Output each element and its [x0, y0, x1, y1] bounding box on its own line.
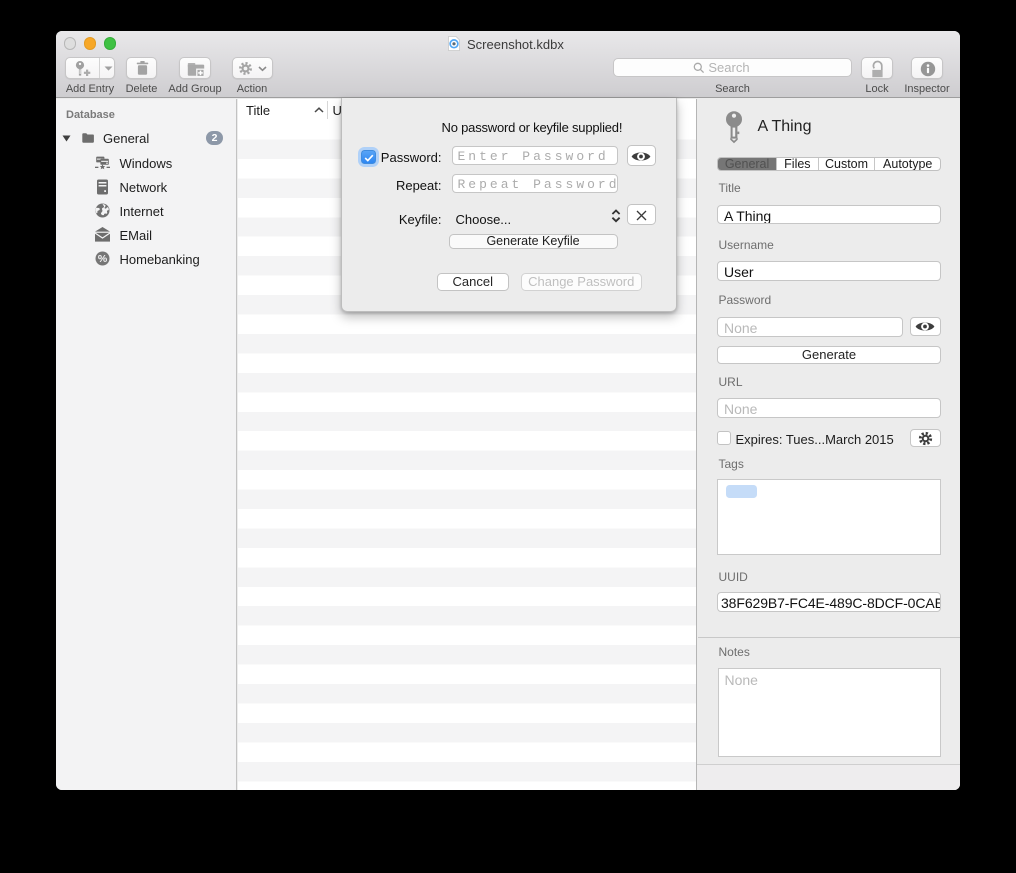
svg-text:%: % — [98, 253, 108, 265]
